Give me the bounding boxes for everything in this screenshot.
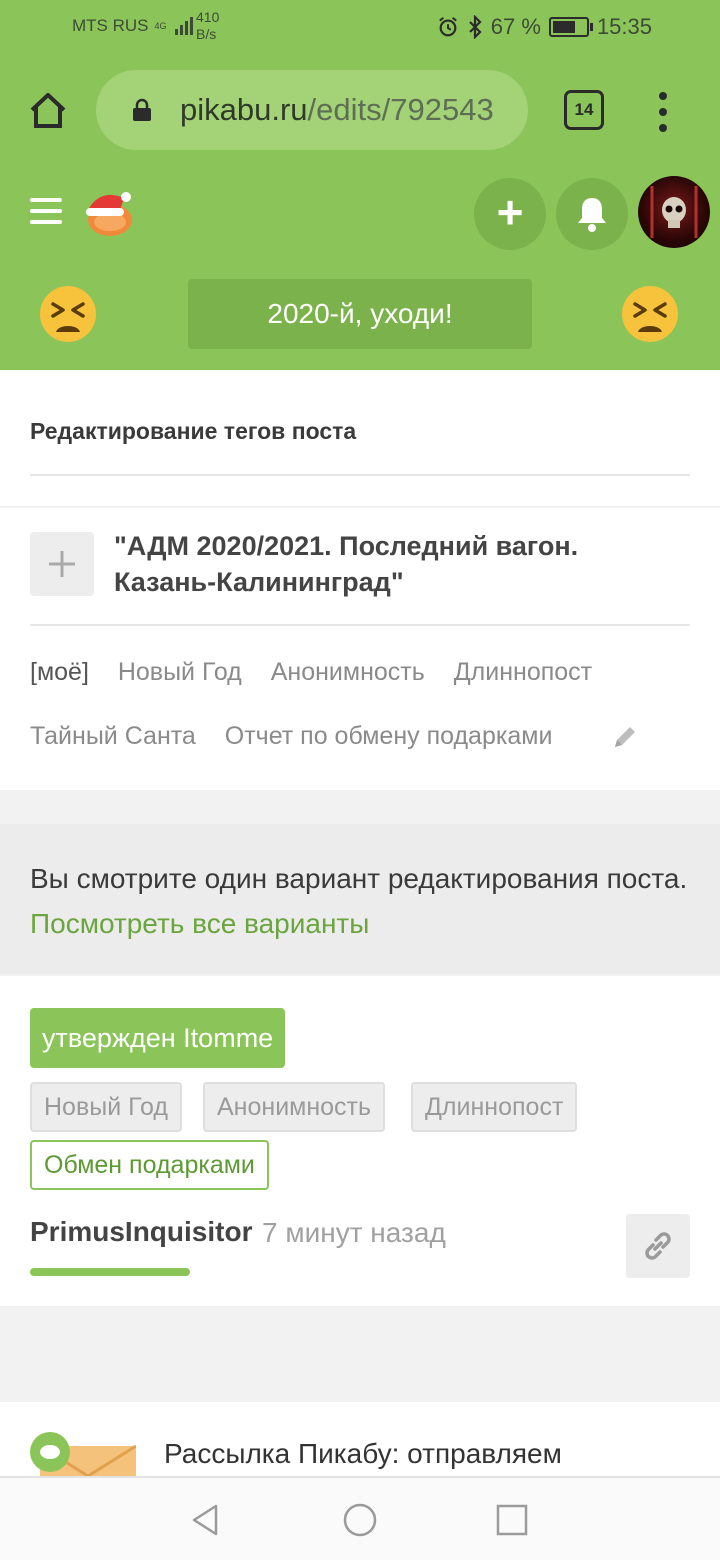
- plus-icon: +: [496, 186, 524, 238]
- home-icon[interactable]: [24, 86, 72, 134]
- tag[interactable]: Отчет по обмену подарками: [225, 722, 553, 750]
- tag-mine[interactable]: [моё]: [30, 658, 89, 686]
- network-type: 4G: [154, 20, 167, 31]
- overflow-menu-icon[interactable]: [656, 92, 670, 132]
- tired-face-emoji-icon: [622, 286, 678, 342]
- post-tags-row-1: [моё] Новый Год Анонимность Длиннопост: [30, 658, 614, 687]
- info-text: Вы смотрите один вариант редактирования …: [30, 856, 690, 946]
- carrier-name: MTS RUS: [72, 16, 149, 35]
- site-header: + 2020-й, уходи!: [0, 166, 720, 370]
- alarm-icon: [438, 17, 457, 37]
- status-bar: MTS RUS 4G 410 B/s 67 % 15:35: [0, 0, 720, 56]
- expand-post-button[interactable]: [30, 532, 94, 596]
- newsletter-card[interactable]: Рассылка Пикабу: отправляем: [0, 1402, 720, 1492]
- tired-face-emoji-icon: [40, 286, 96, 342]
- url-path: /edits/792543: [307, 92, 494, 127]
- system-navigation-bar: [0, 1476, 720, 1560]
- copy-link-button[interactable]: [626, 1214, 690, 1278]
- notifications-button[interactable]: [556, 178, 628, 250]
- edit-variant-card: утвержден Itomme Новый Год Анонимность Д…: [0, 976, 720, 1306]
- battery-icon: [548, 17, 593, 37]
- net-speed-unit: B/s: [196, 26, 217, 42]
- tag[interactable]: Анонимность: [271, 658, 425, 686]
- post-card: "АДМ 2020/2021. Последний вагон. Казань-…: [0, 508, 720, 790]
- divider: [30, 624, 690, 626]
- plus-icon: [49, 551, 75, 577]
- clock: 15:35: [596, 14, 652, 39]
- battery-percent: 67 %: [490, 14, 541, 39]
- url-text: pikabu.ru/edits/792543: [180, 92, 494, 128]
- info-message: Вы смотрите один вариант редактирования …: [30, 863, 688, 894]
- home-circle-icon[interactable]: [342, 1502, 378, 1538]
- link-icon: [645, 1232, 671, 1260]
- net-speed-value: 410: [196, 9, 220, 25]
- hamburger-menu-icon[interactable]: [30, 198, 62, 224]
- tab-switcher-button[interactable]: 14: [564, 90, 604, 130]
- divider: [30, 474, 690, 476]
- old-tag-chip: Анонимность: [203, 1082, 386, 1132]
- info-notice: Вы смотрите один вариант редактирования …: [0, 824, 720, 974]
- pikabu-logo[interactable]: [80, 184, 136, 240]
- view-all-variants-link[interactable]: Посмотреть все варианты: [30, 908, 369, 939]
- back-icon[interactable]: [188, 1502, 224, 1538]
- tag[interactable]: Длиннопост: [454, 658, 592, 686]
- page-title: Редактирование тегов поста: [30, 418, 357, 444]
- old-tag-chip: Новый Год: [30, 1082, 182, 1132]
- net-speed: 410 B/s: [196, 9, 219, 43]
- url-domain: pikabu.ru: [180, 92, 308, 127]
- author-rating-bar: [30, 1268, 190, 1276]
- bell-icon: [578, 198, 606, 232]
- user-avatar[interactable]: [638, 176, 710, 248]
- page: MTS RUS 4G 410 B/s 67 % 15:35 pikabu.ru/…: [0, 0, 720, 1560]
- section-title-card: Редактирование тегов поста: [0, 370, 720, 506]
- lock-icon: [133, 98, 151, 121]
- skull-avatar-image: [650, 186, 698, 238]
- old-tag-chip: Длиннопост: [411, 1082, 578, 1132]
- edit-time: 7 минут назад: [262, 1217, 446, 1248]
- recents-icon[interactable]: [494, 1502, 530, 1538]
- newsletter-title: Рассылка Пикабу: отправляем: [164, 1438, 562, 1469]
- new-tag-chip: Обмен подарками: [30, 1140, 269, 1190]
- post-title[interactable]: "АДМ 2020/2021. Последний вагон. Казань-…: [114, 528, 674, 600]
- new-year-banner[interactable]: 2020-й, уходи!: [188, 279, 532, 349]
- add-post-button[interactable]: +: [474, 178, 546, 250]
- signal-icon: [174, 17, 193, 35]
- author-name[interactable]: PrimusInquisitor: [30, 1216, 252, 1248]
- post-tags-row-2: Тайный Санта Отчет по обмену подарками: [30, 722, 574, 751]
- bluetooth-icon: [469, 15, 482, 39]
- approved-status-badge: утвержден Itomme: [30, 1008, 286, 1068]
- tag[interactable]: Тайный Санта: [30, 722, 196, 750]
- status-right: 67 % 15:35: [437, 14, 652, 40]
- address-bar[interactable]: pikabu.ru/edits/792543: [96, 70, 528, 150]
- tag[interactable]: Новый Год: [118, 658, 242, 686]
- pencil-icon[interactable]: [610, 722, 640, 752]
- browser-toolbar: pikabu.ru/edits/792543 14: [0, 56, 720, 166]
- status-left: MTS RUS 4G: [72, 16, 193, 36]
